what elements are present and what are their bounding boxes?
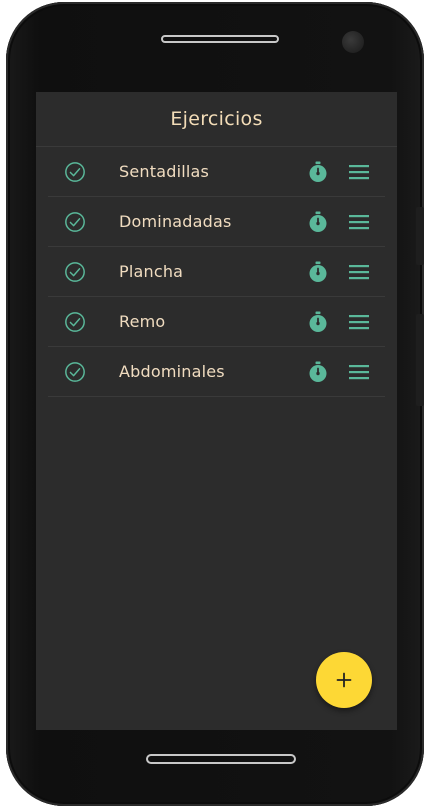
power-button <box>416 314 424 406</box>
stopwatch-icon[interactable] <box>308 311 328 333</box>
list-item[interactable]: Sentadillas <box>48 147 385 197</box>
earpiece-speaker <box>161 35 279 43</box>
drag-handle-icon[interactable] <box>349 264 369 280</box>
list-item[interactable]: Remo <box>48 297 385 347</box>
stopwatch-icon[interactable] <box>308 161 328 183</box>
drag-handle-icon[interactable] <box>349 364 369 380</box>
check-circle-icon[interactable] <box>64 361 86 383</box>
exercise-name: Dominadadas <box>119 212 232 231</box>
drag-handle-icon[interactable] <box>349 214 369 230</box>
plus-icon <box>336 672 352 688</box>
list-item[interactable]: Dominadadas <box>48 197 385 247</box>
stopwatch-icon[interactable] <box>308 361 328 383</box>
check-circle-icon[interactable] <box>64 261 86 283</box>
bottom-speaker <box>146 754 296 764</box>
drag-handle-icon[interactable] <box>349 164 369 180</box>
exercise-name: Remo <box>119 312 166 331</box>
list-item[interactable]: Plancha <box>48 247 385 297</box>
exercise-name: Abdominales <box>119 362 225 381</box>
drag-handle-icon[interactable] <box>349 314 369 330</box>
exercise-name: Plancha <box>119 262 184 281</box>
stopwatch-icon[interactable] <box>308 211 328 233</box>
add-exercise-button[interactable] <box>316 652 372 708</box>
check-circle-icon[interactable] <box>64 161 86 183</box>
list-item[interactable]: Abdominales <box>48 347 385 397</box>
check-circle-icon[interactable] <box>64 311 86 333</box>
app-screen: Ejercicios Sentadillas Dominadadas Planc… <box>36 92 397 730</box>
volume-button <box>416 207 424 265</box>
front-camera <box>342 31 364 53</box>
exercise-list: Sentadillas Dominadadas Plancha Remo Abd… <box>48 147 385 397</box>
exercise-name: Sentadillas <box>119 162 210 181</box>
page-title: Ejercicios <box>170 108 263 130</box>
app-bar: Ejercicios <box>36 92 397 147</box>
check-circle-icon[interactable] <box>64 211 86 233</box>
stopwatch-icon[interactable] <box>308 261 328 283</box>
